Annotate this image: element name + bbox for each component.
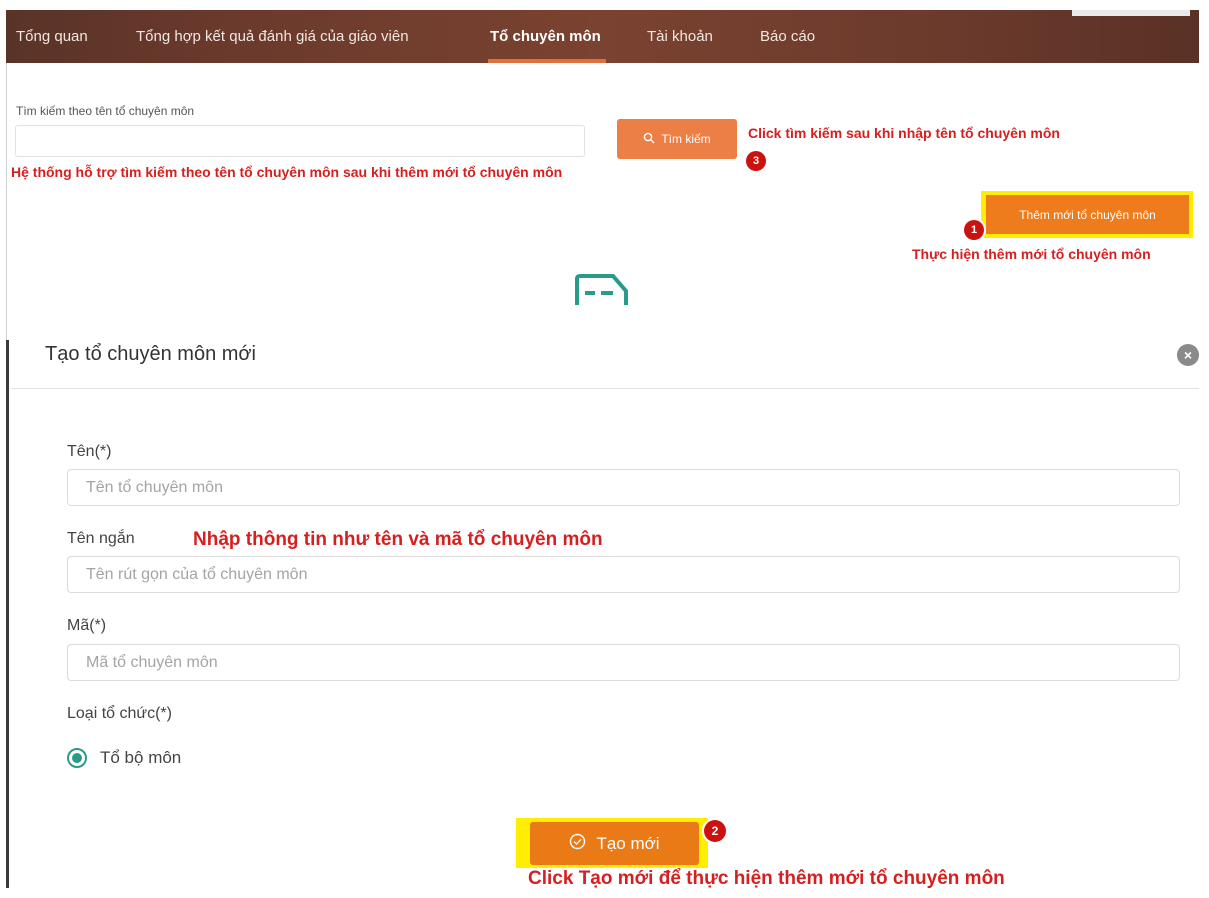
create-button[interactable]: Tạo mới [530,822,699,865]
code-field-label: Mã(*) [67,617,107,634]
add-group-button[interactable]: Thêm mới tổ chuyên môn [986,195,1189,234]
annotation-add-new: Thực hiện thêm mới tổ chuyên môn [912,246,1151,262]
nav-item-tai-khoan[interactable]: Tài khoản [647,10,713,63]
active-tab-indicator [488,59,606,63]
check-circle-icon [569,833,586,855]
annotation-enter-info: Nhập thông tin như tên và mã tổ chuyên m… [193,529,603,550]
search-label: Tìm kiếm theo tên tổ chuyên môn [16,104,195,118]
code-field[interactable] [67,644,1180,681]
annotation-click-create: Click Tạo mới để thực hiện thêm mới tổ c… [528,868,1005,889]
short-name-field[interactable] [67,556,1180,593]
step-badge-1: 1 [964,220,984,240]
name-field-label: Tên(*) [67,443,112,460]
step-badge-3: 3 [746,151,766,171]
close-icon[interactable]: × [1177,344,1199,366]
annotation-search-click: Click tìm kiếm sau khi nhập tên tổ chuyê… [748,125,1060,141]
search-input[interactable] [15,125,585,157]
search-button[interactable]: Tìm kiếm [617,119,737,159]
nav-item-tong-hop-ket-qua[interactable]: Tổng hợp kết quả đánh giá của giáo viên [136,10,409,63]
top-nav-strip [1072,10,1190,16]
name-field[interactable] [67,469,1180,506]
search-icon [643,132,655,147]
radio-selected-icon[interactable] [67,748,87,768]
annotation-search-support: Hệ thống hỗ trợ tìm kiếm theo tên tổ chu… [11,164,563,180]
dialog-left-border [6,340,9,888]
nav-item-to-chuyen-mon[interactable]: Tổ chuyên môn [490,10,601,63]
create-button-label: Tạo mới [596,833,660,853]
page-left-border [6,63,7,343]
org-type-option[interactable]: Tổ bộ môn [67,748,181,768]
document-icon [573,273,629,310]
org-type-label: Loại tổ chức(*) [67,705,172,722]
search-button-label: Tìm kiếm [661,132,711,146]
dialog-header-divider [10,388,1199,389]
nav-item-tong-quan[interactable]: Tổng quan [16,10,88,63]
short-name-field-label: Tên ngắn [67,530,135,547]
org-type-option-label: Tổ bộ môn [100,748,182,767]
step-badge-2: 2 [704,820,726,842]
nav-item-bao-cao[interactable]: Báo cáo [760,10,815,63]
dialog-title: Tạo tổ chuyên môn mới [45,343,256,365]
